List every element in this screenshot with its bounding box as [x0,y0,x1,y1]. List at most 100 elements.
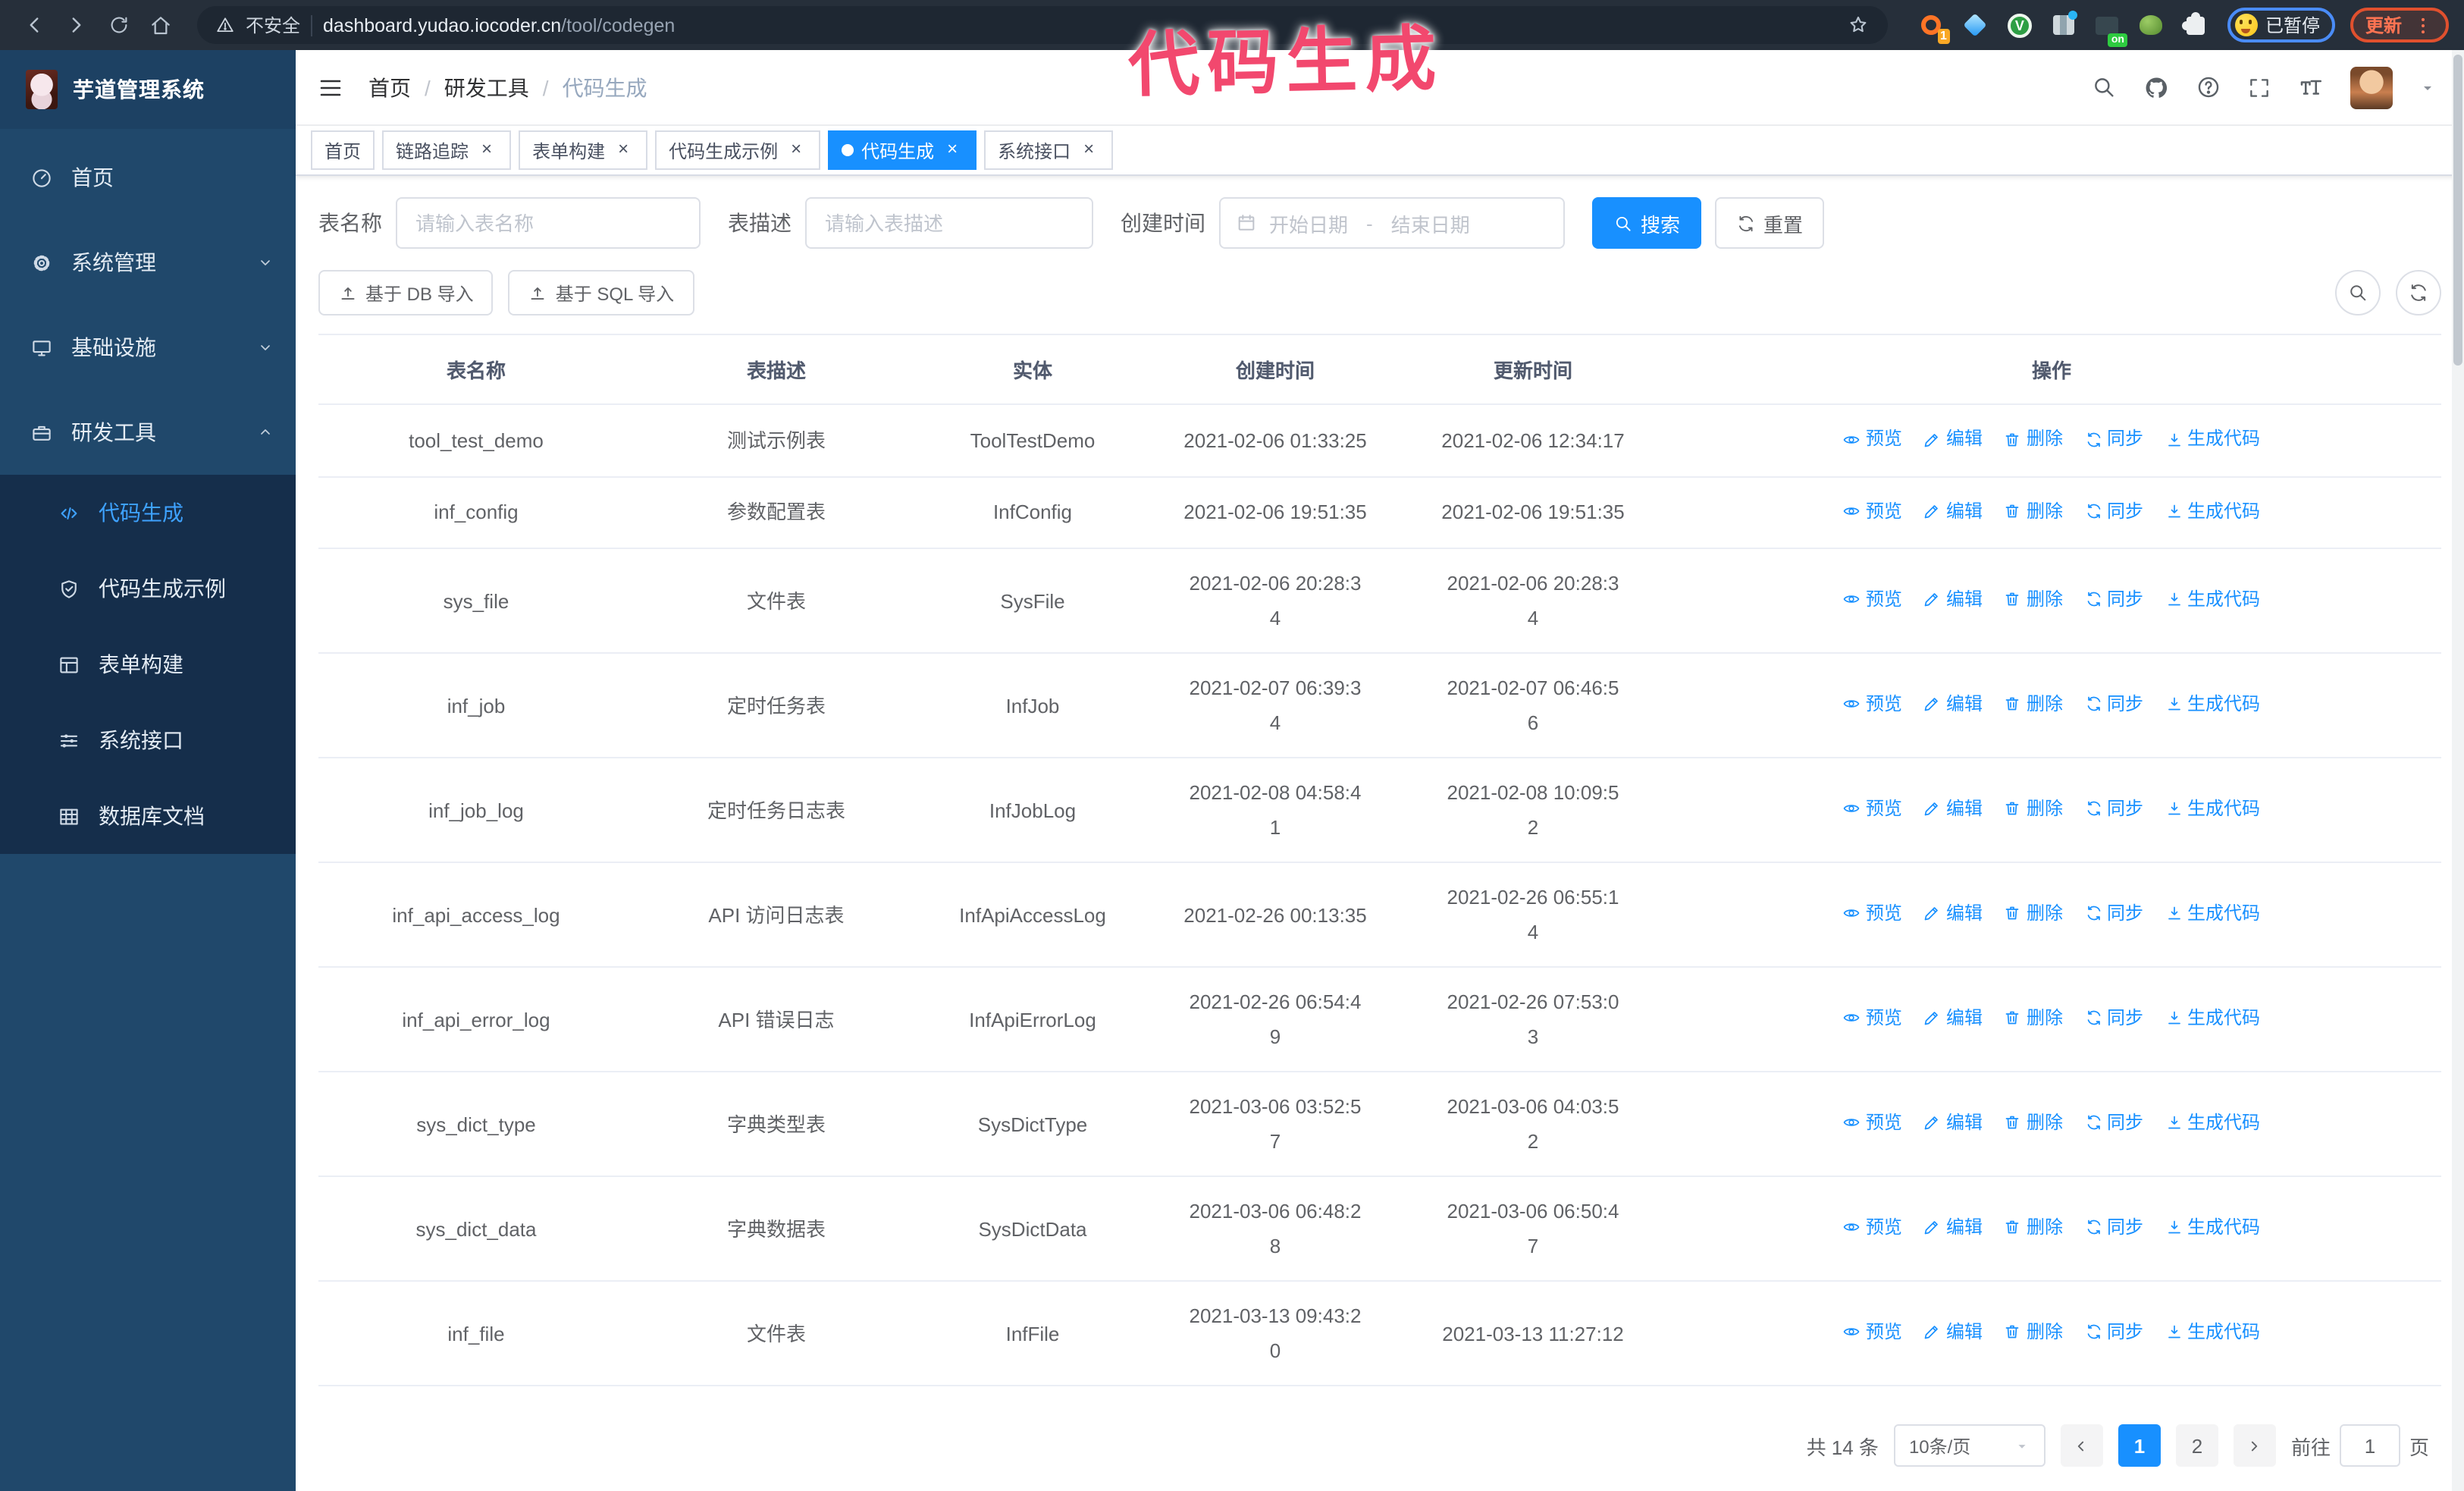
action-delete-link[interactable]: 删除 [2004,1106,2063,1141]
action-preview-link[interactable]: 预览 [1843,582,1902,617]
action-sync-link[interactable]: 同步 [2084,422,2143,457]
action-edit-link[interactable]: 编辑 [1923,792,1983,827]
action-delete-link[interactable]: 删除 [2004,1210,2063,1245]
action-delete-link[interactable]: 删除 [2004,1001,2063,1036]
action-delete-link[interactable]: 删除 [2004,582,2063,617]
chevron-down-icon[interactable] [2419,78,2437,96]
action-sync-link[interactable]: 同步 [2084,792,2143,827]
reload-button[interactable] [100,7,136,43]
window-scrollbar[interactable] [2452,50,2464,1491]
action-generate-code-link[interactable]: 生成代码 [2165,1001,2260,1036]
extension-frog-icon[interactable] [2138,11,2165,39]
sidebar-subitem-dbtable[interactable]: 数据库文档 [0,778,296,854]
action-delete-link[interactable]: 删除 [2004,896,2063,931]
action-sync-link[interactable]: 同步 [2084,494,2143,529]
tab-链路追踪[interactable]: 链路追踪 × [382,130,512,170]
goto-page-input[interactable] [2339,1424,2400,1467]
action-generate-code-link[interactable]: 生成代码 [2165,582,2260,617]
action-edit-link[interactable]: 编辑 [1923,422,1983,457]
tab-代码生成示例[interactable]: 代码生成示例 × [655,130,821,170]
breadcrumb-home[interactable]: 首页 [368,72,411,102]
action-generate-code-link[interactable]: 生成代码 [2165,896,2260,931]
github-icon[interactable] [2143,74,2170,101]
sidebar-subitem-sliders[interactable]: 系统接口 [0,702,296,778]
search-icon[interactable] [2091,74,2117,100]
action-sync-link[interactable]: 同步 [2084,1001,2143,1036]
action-preview-link[interactable]: 预览 [1843,1106,1902,1141]
address-bar[interactable]: 不安全 dashboard.yudao.iocoder.cn/tool/code… [197,6,1888,44]
bookmark-star-icon[interactable] [1847,14,1870,36]
action-edit-link[interactable]: 编辑 [1923,1001,1983,1036]
action-edit-link[interactable]: 编辑 [1923,1315,1983,1350]
action-delete-link[interactable]: 删除 [2004,422,2063,457]
sidebar-item-gear[interactable]: 系统管理 [0,220,296,305]
action-sync-link[interactable]: 同步 [2084,687,2143,722]
action-delete-link[interactable]: 删除 [2004,494,2063,529]
prev-page-button[interactable] [2060,1424,2103,1467]
close-icon[interactable]: × [476,139,497,161]
hamburger-icon[interactable] [317,74,344,101]
table-desc-input[interactable] [805,197,1093,249]
action-preview-link[interactable]: 预览 [1843,494,1902,529]
action-generate-code-link[interactable]: 生成代码 [2165,1106,2260,1141]
action-edit-link[interactable]: 编辑 [1923,687,1983,722]
table-name-input[interactable] [396,197,701,249]
action-preview-link[interactable]: 预览 [1843,422,1902,457]
next-page-button[interactable] [2233,1424,2276,1467]
close-icon[interactable]: × [942,139,963,161]
action-preview-link[interactable]: 预览 [1843,1210,1902,1245]
search-button[interactable]: 搜索 [1592,197,1702,249]
sidebar-item-monitor[interactable]: 基础设施 [0,305,296,390]
page-button-2[interactable]: 2 [2175,1424,2218,1467]
extension-gem-icon[interactable] [1962,11,1989,39]
forward-button[interactable] [58,7,94,43]
extension-adblock-icon[interactable]: 1 [1918,11,1950,43]
action-preview-link[interactable]: 预览 [1843,896,1902,931]
page-size-select[interactable]: 10条/页 [1893,1424,2045,1467]
action-delete-link[interactable]: 删除 [2004,792,2063,827]
reset-button[interactable]: 重置 [1715,197,1825,249]
scrollbar-thumb[interactable] [2453,55,2462,366]
action-sync-link[interactable]: 同步 [2084,896,2143,931]
tab-表单构建[interactable]: 表单构建 × [519,130,648,170]
sidebar-subitem-code[interactable]: 代码生成 [0,475,296,551]
toggle-search-button[interactable] [2335,270,2381,315]
profile-paused-chip[interactable]: 已暂停 [2227,8,2335,42]
action-generate-code-link[interactable]: 生成代码 [2165,687,2260,722]
breadcrumb-dev-tools[interactable]: 研发工具 [444,72,529,102]
action-generate-code-link[interactable]: 生成代码 [2165,1315,2260,1350]
date-range-picker[interactable]: 开始日期 - 结束日期 [1219,197,1565,249]
action-preview-link[interactable]: 预览 [1843,687,1902,722]
sidebar-item-toolbox[interactable]: 研发工具 [0,390,296,475]
action-preview-link[interactable]: 预览 [1843,1001,1902,1036]
app-logo[interactable]: 芋道管理系统 [0,50,296,129]
action-preview-link[interactable]: 预览 [1843,792,1902,827]
action-generate-code-link[interactable]: 生成代码 [2165,494,2260,529]
user-avatar[interactable] [2350,66,2393,108]
tab-代码生成[interactable]: 代码生成 × [828,130,977,170]
home-button[interactable] [143,7,179,43]
action-generate-code-link[interactable]: 生成代码 [2165,1210,2260,1245]
extensions-puzzle-icon[interactable] [2181,11,2209,39]
tab-系统接口[interactable]: 系统接口 × [984,130,1114,170]
close-icon[interactable]: × [785,139,807,161]
kebab-menu-icon[interactable] [2412,14,2434,36]
import-sql-button[interactable]: 基于 SQL 导入 [508,270,694,315]
extension-switch-icon[interactable]: on [2094,11,2127,46]
refresh-table-button[interactable] [2396,270,2441,315]
action-sync-link[interactable]: 同步 [2084,1106,2143,1141]
action-edit-link[interactable]: 编辑 [1923,494,1983,529]
action-edit-link[interactable]: 编辑 [1923,1210,1983,1245]
action-edit-link[interactable]: 编辑 [1923,896,1983,931]
action-generate-code-link[interactable]: 生成代码 [2165,422,2260,457]
sidebar-item-dashboard[interactable]: 首页 [0,135,296,220]
action-generate-code-link[interactable]: 生成代码 [2165,792,2260,827]
fullscreen-icon[interactable] [2247,75,2271,99]
action-sync-link[interactable]: 同步 [2084,1315,2143,1350]
action-preview-link[interactable]: 预览 [1843,1315,1902,1350]
page-button-1[interactable]: 1 [2118,1424,2161,1467]
close-icon[interactable]: × [613,139,634,161]
extension-columns-icon[interactable] [2050,11,2077,39]
extension-vue-devtools-icon[interactable]: V [2006,11,2033,39]
action-sync-link[interactable]: 同步 [2084,582,2143,617]
